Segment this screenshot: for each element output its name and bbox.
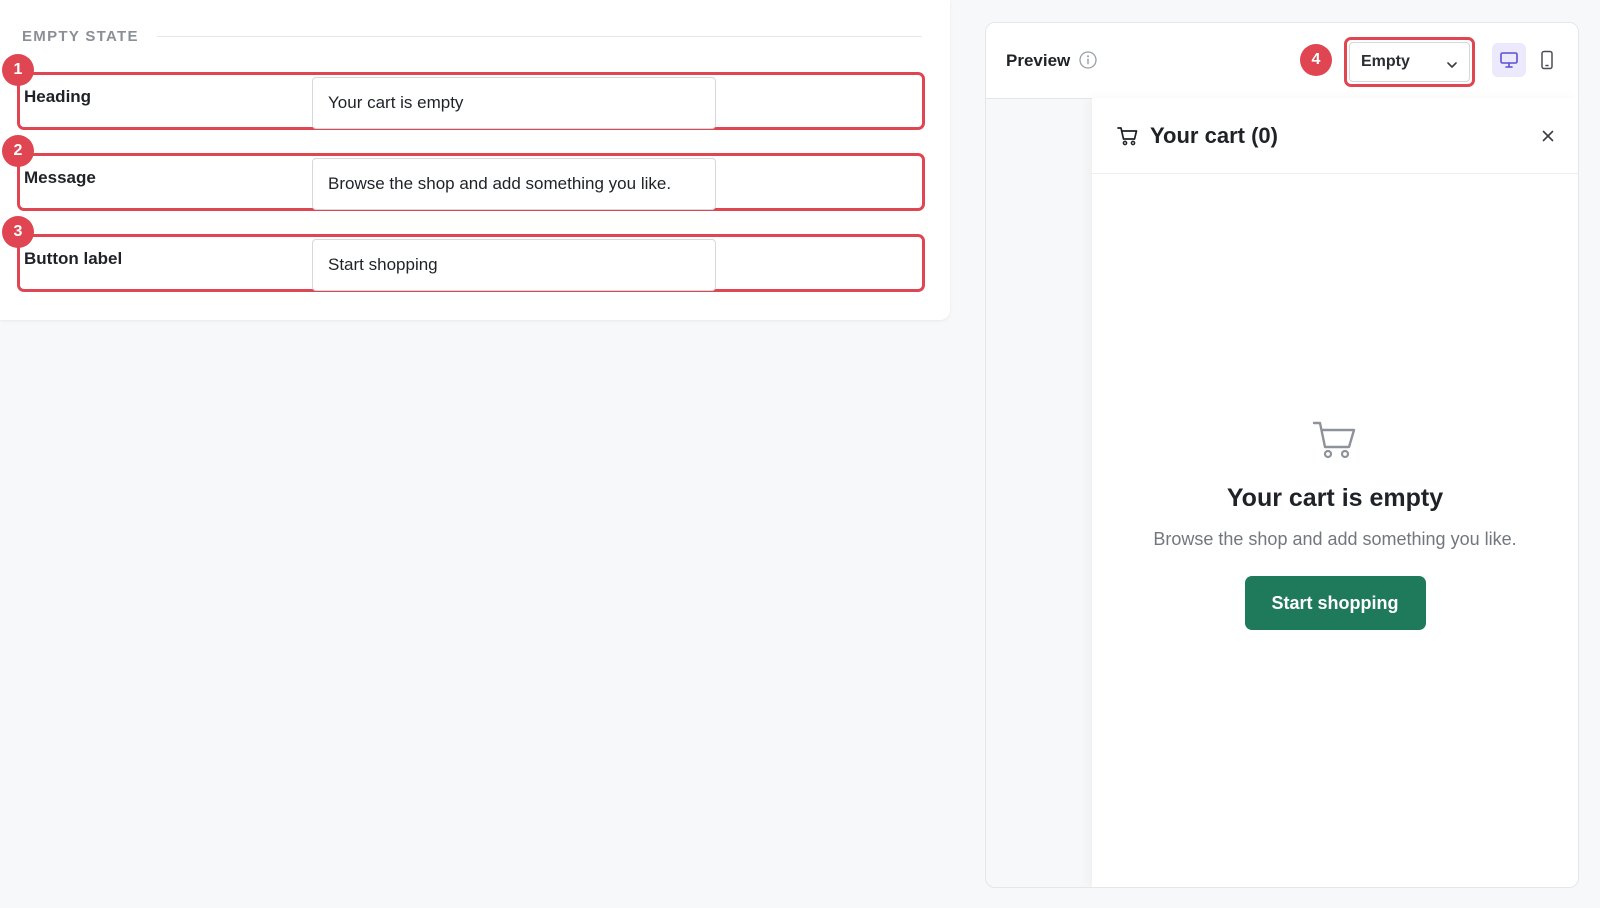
- annotation-badge-1: 1: [2, 54, 34, 86]
- chevron-down-icon: [1447, 62, 1457, 68]
- mobile-icon: [1541, 50, 1553, 70]
- preview-state-value: Empty: [1361, 53, 1410, 70]
- preview-state-select[interactable]: Empty: [1344, 37, 1475, 87]
- empty-state-settings-card: EMPTY STATE 1 Heading 2 Message 3 Button…: [0, 0, 950, 320]
- button-label-input[interactable]: [312, 239, 716, 291]
- cart-drawer-preview: Your cart (0) Your cart is empty Browse …: [1092, 98, 1578, 887]
- field-row-heading: Heading: [17, 72, 925, 130]
- field-row-message: Message: [17, 153, 925, 211]
- empty-cart-icon: [1312, 421, 1356, 459]
- cart-drawer-header: Your cart (0): [1092, 98, 1578, 174]
- message-input[interactable]: [312, 158, 716, 210]
- close-icon[interactable]: [1540, 128, 1556, 144]
- start-shopping-button[interactable]: Start shopping: [1244, 576, 1426, 630]
- cart-drawer-title: Your cart (0): [1150, 122, 1278, 148]
- mobile-view-button[interactable]: [1530, 43, 1564, 77]
- annotation-badge-2: 2: [2, 135, 34, 167]
- field-row-button-label: Button label: [17, 234, 925, 292]
- desktop-icon: [1500, 52, 1518, 68]
- cart-empty-state: Your cart is empty Browse the shop and a…: [1092, 418, 1578, 630]
- annotation-badge-4: 4: [1300, 44, 1332, 76]
- empty-state-heading: Your cart is empty: [1226, 484, 1444, 512]
- button-label-field-label: Button label: [24, 249, 123, 268]
- message-field-label: Message: [24, 168, 96, 187]
- section-header: EMPTY STATE: [22, 28, 922, 45]
- preview-panel: Preview Empty Your cart (0) Your cart is…: [985, 22, 1579, 888]
- desktop-view-button[interactable]: [1492, 43, 1526, 77]
- section-divider: [156, 36, 922, 37]
- info-icon[interactable]: [1079, 51, 1097, 69]
- empty-state-message: Browse the shop and add something you li…: [1153, 529, 1517, 549]
- heading-input[interactable]: [312, 77, 716, 129]
- cart-icon: [1117, 127, 1138, 146]
- preview-title: Preview: [1006, 50, 1071, 70]
- section-title: EMPTY STATE: [22, 28, 139, 45]
- preview-toolbar: Preview Empty: [986, 23, 1578, 99]
- annotation-badge-3: 3: [2, 216, 34, 248]
- heading-field-label: Heading: [24, 87, 92, 106]
